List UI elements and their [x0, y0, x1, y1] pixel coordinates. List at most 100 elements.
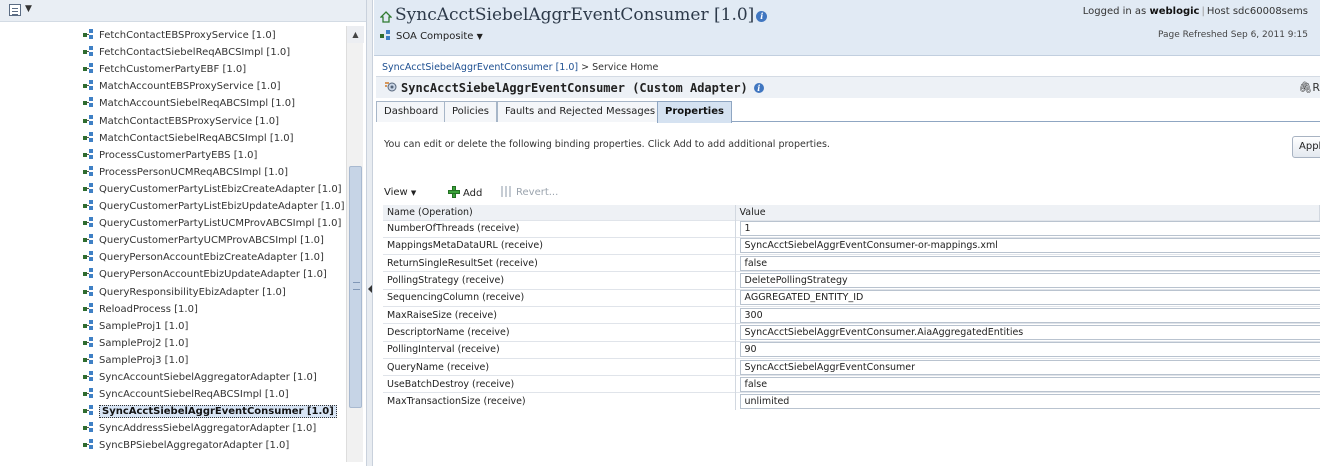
tree-item[interactable]: MatchContactSiebelReqABCSImpl [1.0] — [83, 131, 294, 147]
tree-item[interactable]: QueryPersonAccountEbizCreateAdapter [1.0… — [83, 250, 324, 266]
tab-properties[interactable]: Properties — [657, 101, 732, 123]
breadcrumb-link[interactable]: SyncAcctSiebelAggrEventConsumer [1.0] — [382, 62, 578, 73]
host-prefix: Host — [1206, 6, 1230, 17]
soa-composite-menu[interactable]: SOA Composite ▼ — [380, 30, 483, 42]
tree-item[interactable]: SampleProj1 [1.0] — [83, 319, 188, 335]
property-value-field[interactable]: 1 — [739, 221, 1320, 237]
property-value-field[interactable]: DeletePollingStrategy — [739, 273, 1320, 289]
view-menu[interactable]: View ▼ — [384, 187, 416, 198]
tree-item-label: SyncAccountSiebelAggregatorAdapter [1.0] — [99, 372, 317, 383]
tab-faults-and-rejected-messages[interactable]: Faults and Rejected Messages — [497, 101, 664, 122]
plus-icon — [448, 186, 460, 198]
tree-item[interactable]: SyncAcctSiebelAggrEventConsumer [1.0] — [83, 404, 337, 420]
service-title-text: SyncAcctSiebelAggrEventConsumer (Custom … — [401, 81, 748, 95]
composite-icon — [83, 234, 96, 245]
info-icon[interactable]: i — [753, 83, 764, 93]
tree-item[interactable]: SyncAccountSiebelReqABCSImpl [1.0] — [83, 387, 289, 403]
tree-item-label: ReloadProcess [1.0] — [99, 303, 198, 315]
tree-item[interactable]: QueryPersonAccountEbizUpdateAdapter [1.0… — [83, 267, 327, 283]
composite-icon — [83, 251, 96, 262]
tree-item[interactable]: MatchAccountSiebelReqABCSImpl [1.0] — [83, 96, 295, 112]
tree-item[interactable]: SyncAddressSiebelAggregatorAdapter [1.0] — [83, 421, 316, 437]
tree-item[interactable]: FetchContactEBSProxyService [1.0] — [83, 28, 276, 44]
table-row[interactable]: SequencingColumn (receive) AGGREGATED_ENT… — [383, 288, 1320, 307]
property-value-field[interactable]: unlimited — [739, 394, 1320, 410]
property-name: DescriptorName (receive) — [383, 323, 736, 342]
tree-scrollbar[interactable]: ▲ — [346, 26, 364, 466]
composite-icon — [83, 371, 96, 382]
tree-item[interactable]: SampleProj2 [1.0] — [83, 336, 188, 352]
tree-item[interactable]: SampleProj3 [1.0] — [83, 353, 188, 369]
table-row[interactable]: QueryName (receive) SyncAcctSiebelAggrEve… — [383, 357, 1320, 376]
property-value-field[interactable]: 300 — [739, 307, 1320, 323]
revert-button-label: Revert... — [516, 187, 559, 198]
property-value-field[interactable]: 90 — [739, 342, 1320, 358]
column-header-value[interactable]: Value — [735, 205, 1320, 220]
property-value-field[interactable]: false — [739, 376, 1320, 392]
page-refreshed-text: Page Refreshed Sep 6, 2011 9:15 — [1158, 30, 1308, 40]
login-info: Logged in as weblogic | Host sdc60008sems — [1083, 6, 1308, 17]
table-row[interactable]: UseBatchDestroy (receive) false — [383, 375, 1320, 393]
tree-item-label: SyncAccountSiebelReqABCSImpl [1.0] — [99, 389, 289, 401]
property-value-field[interactable]: false — [739, 255, 1320, 271]
breadcrumb-current: Service Home — [592, 62, 659, 73]
tab-policies[interactable]: Policies — [444, 101, 497, 122]
scrollbar-thumb[interactable] — [349, 166, 362, 408]
table-row[interactable]: PollingStrategy (receive) DeletePollingSt… — [383, 271, 1320, 290]
property-value-cell: unlimited — [735, 392, 1320, 411]
tree-item[interactable]: QueryCustomerPartyListUCMProvABCSImpl [1… — [83, 216, 341, 232]
scroll-up-icon[interactable]: ▲ — [347, 26, 364, 43]
info-icon[interactable]: i — [756, 11, 768, 22]
view-menu-label: View — [384, 187, 408, 198]
tree-item[interactable]: QueryCustomerPartyListEbizUpdateAdapter … — [83, 199, 345, 215]
composite-icon — [83, 268, 96, 279]
chevron-down-icon[interactable]: ▼ — [25, 4, 32, 14]
tab-dashboard[interactable]: Dashboard — [376, 101, 447, 122]
composite-icon — [83, 302, 96, 314]
tree-item[interactable]: QueryResponsibilityEbizAdapter [1.0] — [83, 285, 286, 301]
tree-item-label: QueryCustomerPartyListEbizCreateAdapter … — [99, 183, 342, 195]
tree-item[interactable]: FetchContactSiebelReqABCSImpl [1.0] — [83, 45, 290, 61]
tree-item[interactable]: ReloadProcess [1.0] — [83, 302, 198, 318]
tree-item[interactable]: SyncBPSiebelAggregatorAdapter [1.0] — [83, 438, 289, 454]
tree-item[interactable]: QueryCustomerPartyUCMProvABCSImpl [1.0] — [83, 233, 324, 249]
apply-button[interactable]: Apply — [1292, 136, 1320, 158]
tree-item-label: QueryCustomerPartyListEbizUpdateAdapter … — [99, 201, 345, 212]
property-value-field[interactable]: SyncAcctSiebelAggrEventConsumer — [739, 359, 1320, 375]
tree-item[interactable]: ProcessCustomerPartyEBS [1.0] — [83, 148, 257, 164]
tree-item-label: QueryPersonAccountEbizCreateAdapter [1.0… — [99, 252, 324, 264]
table-row[interactable]: MaxTransactionSize (receive) unlimited — [383, 392, 1320, 411]
table-row[interactable]: PollingInterval (receive) 90 — [383, 340, 1320, 359]
panel-splitter[interactable] — [366, 0, 373, 466]
composite-icon — [83, 80, 96, 91]
column-header-name[interactable]: Name (Operation) — [383, 205, 736, 220]
tree-item[interactable]: MatchAccountEBSProxyService [1.0] — [83, 79, 280, 95]
tree-item[interactable]: MatchContactEBSProxyService [1.0] — [83, 114, 279, 130]
composite-icon — [83, 46, 96, 57]
home-icon[interactable] — [380, 11, 392, 23]
tree-item[interactable]: QueryCustomerPartyListEbizCreateAdapter … — [83, 182, 342, 198]
property-value-cell: 300 — [735, 305, 1320, 324]
property-value-field[interactable]: SyncAcctSiebelAggrEventConsumer.AiaAggre… — [739, 324, 1320, 340]
user-link[interactable]: weblogic — [1149, 6, 1199, 17]
collapse-left-icon[interactable] — [368, 285, 372, 293]
composite-icon — [83, 200, 96, 211]
tree-item[interactable]: FetchCustomerPartyEBF [1.0] — [83, 62, 246, 78]
table-row[interactable]: MaxRaiseSize (receive) 300 — [383, 305, 1320, 324]
tree-menu-icon[interactable] — [9, 4, 21, 16]
property-value-field[interactable]: SyncAcctSiebelAggrEventConsumer-or-mappi… — [739, 238, 1320, 254]
composite-icon — [83, 217, 96, 228]
property-value-field[interactable]: AGGREGATED_ENTITY_ID — [739, 290, 1320, 306]
property-value-cell: AGGREGATED_ENTITY_ID — [735, 288, 1320, 307]
paperclip-icon[interactable]: 🖇R — [1298, 81, 1320, 94]
table-row[interactable]: MappingsMetaDataURL (receive) SyncAcctSie… — [383, 236, 1320, 255]
table-row[interactable]: NumberOfThreads (receive) 1 — [383, 219, 1320, 238]
property-name: ReturnSingleResultSet (receive) — [383, 254, 736, 272]
table-row[interactable]: ReturnSingleResultSet (receive) false — [383, 254, 1320, 272]
tree-item[interactable]: SyncAccountSiebelAggregatorAdapter [1.0] — [83, 370, 317, 386]
table-row[interactable]: DescriptorName (receive) SyncAcctSiebelAg… — [383, 323, 1320, 342]
host-name: sdc60008sems — [1232, 6, 1308, 17]
tree-item[interactable]: ProcessPersonUCMReqABCSImpl [1.0] — [83, 165, 288, 181]
tree-item-label: FetchContactEBSProxyService [1.0] — [99, 30, 276, 41]
add-button[interactable]: Add — [448, 186, 482, 199]
